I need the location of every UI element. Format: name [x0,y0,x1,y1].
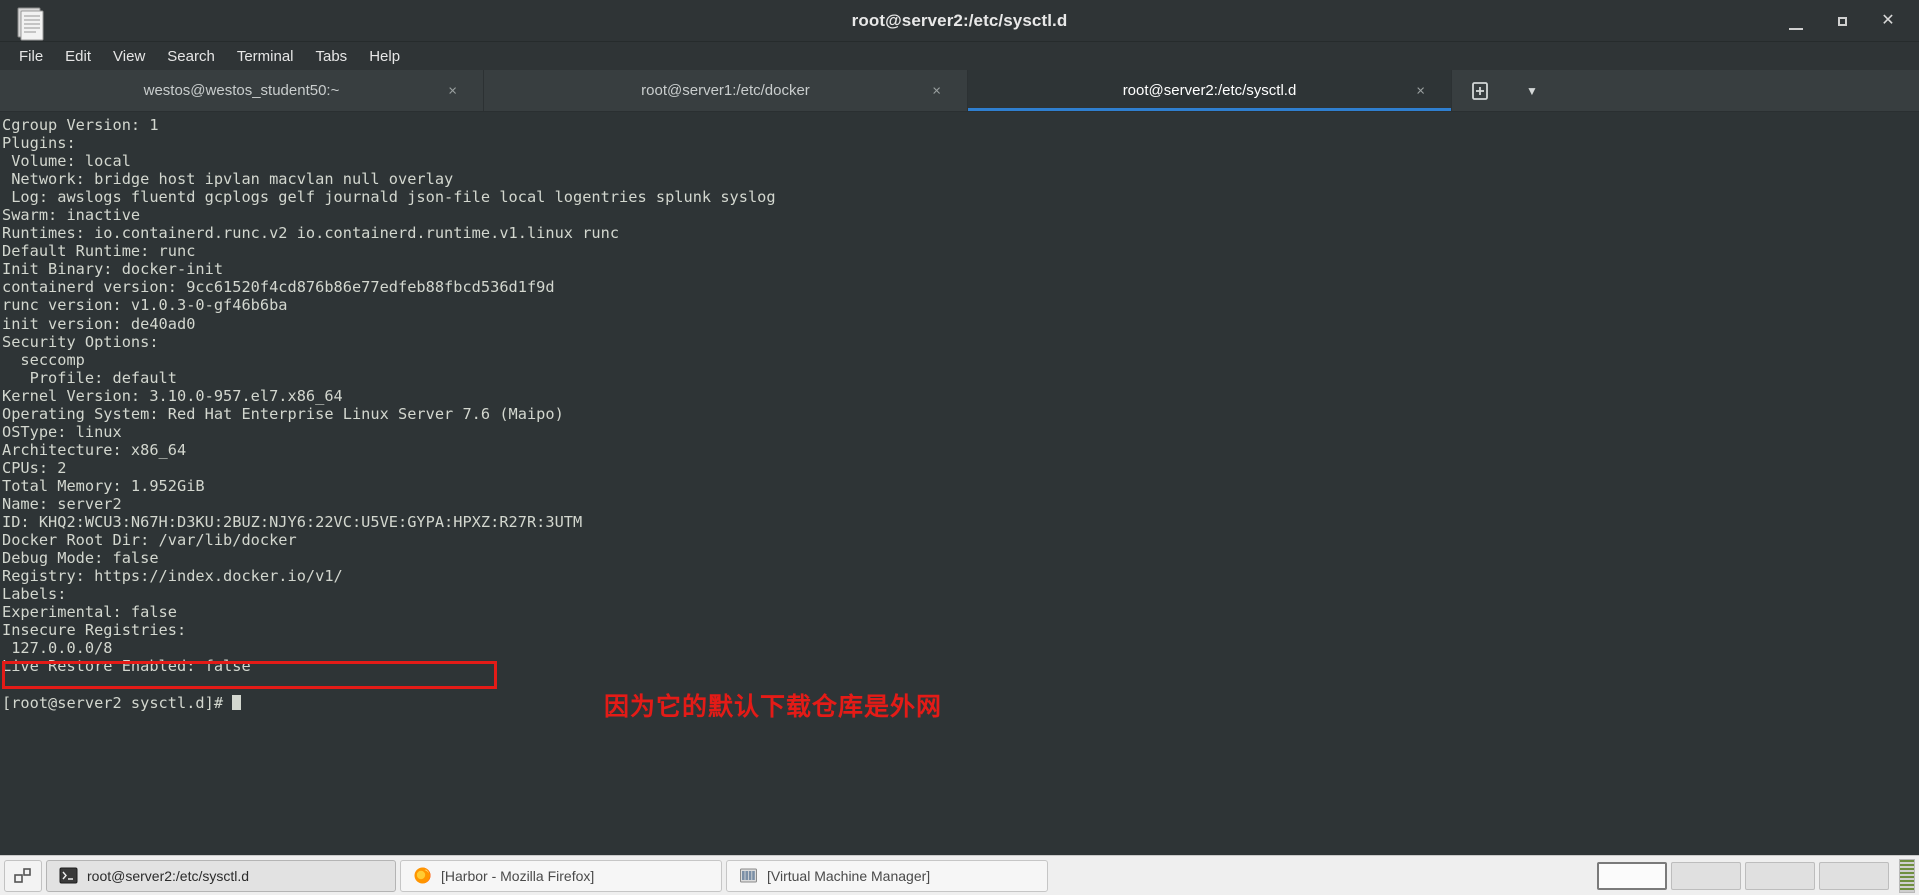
terminal-line: init version: de40ad0 [2,314,196,333]
terminal-line: Docker Root Dir: /var/lib/docker [2,531,297,550]
menu-terminal[interactable]: Terminal [226,45,305,68]
close-button[interactable]: ✕ [1879,12,1897,30]
menu-tabs[interactable]: Tabs [305,45,359,68]
firefox-icon [413,866,432,885]
tab-close-icon[interactable]: × [1416,83,1425,98]
terminal-output-area[interactable]: Cgroup Version: 1 Plugins: Volume: local … [0,112,1919,855]
terminal-line: Network: bridge host ipvlan macvlan null… [2,170,454,189]
workspace-cell-3[interactable] [1745,861,1815,890]
terminal-line: Default Runtime: runc [2,242,196,261]
annotation-note: 因为它的默认下载仓库是外网 [604,692,943,721]
terminal-line: 127.0.0.0/8 [2,639,113,658]
workspace-cell-2[interactable] [1671,861,1741,890]
terminal-line: Name: server2 [2,494,122,513]
taskbar-item-virt-manager[interactable]: [Virtual Machine Manager] [726,859,1048,892]
minimize-button[interactable] [1787,12,1805,30]
terminal-line: Labels: [2,585,67,604]
terminal-line: Experimental: false [2,603,177,622]
terminal-cursor [232,694,242,710]
title-bar: root@server2:/etc/sysctl.d ✕ [0,0,1919,42]
tab-label: root@server1:/etc/docker [641,82,810,99]
terminal-icon [59,866,78,885]
new-tab-icon[interactable] [1452,70,1508,111]
taskbar-item-terminal[interactable]: root@server2:/etc/sysctl.d [46,859,396,892]
virt-manager-icon [739,866,758,885]
terminal-line: Swarm: inactive [2,206,141,225]
terminal-line: Init Binary: docker-init [2,260,224,279]
taskbar-item-label: [Virtual Machine Manager] [767,867,931,884]
terminal-line: Total Memory: 1.952GiB [2,476,205,495]
terminal-line: Kernel Version: 3.10.0-957.el7.x86_64 [2,386,343,405]
terminal-line: Log: awslogs fluentd gcplogs gelf journa… [2,188,776,207]
terminal-line: Cgroup Version: 1 [2,116,159,134]
tab-westos-student50[interactable]: westos@westos_student50:~ × [0,70,484,111]
menu-view[interactable]: View [102,45,156,68]
terminal-text: Cgroup Version: 1 Plugins: Volume: local … [2,116,1919,712]
terminal-line: OSType: linux [2,422,122,441]
terminal-line: Architecture: x86_64 [2,440,187,459]
workspace-pager [1597,861,1889,890]
tab-server1-etc-docker[interactable]: root@server1:/etc/docker × [484,70,968,111]
terminal-line: Volume: local [2,152,131,171]
taskbar-item-firefox[interactable]: [Harbor - Mozilla Firefox] [400,859,722,892]
terminal-line: Registry: https://index.docker.io/v1/ [2,567,343,586]
terminal-line: CPUs: 2 [2,458,67,477]
tab-close-icon[interactable]: × [448,83,457,98]
terminal-line: runc version: v1.0.3-0-gf46b6ba [2,296,288,315]
terminal-window: root@server2:/etc/sysctl.d ✕ File Edit V… [0,0,1919,855]
tab-close-icon[interactable]: × [932,83,941,98]
terminal-line: Debug Mode: false [2,549,159,568]
taskbar-item-label: [Harbor - Mozilla Firefox] [441,867,595,884]
terminal-line: Runtimes: io.containerd.runc.v2 io.conta… [2,224,620,243]
system-tray-icon[interactable] [1899,858,1915,893]
terminal-line: seccomp [2,350,85,369]
terminal-line: containerd version: 9cc61520f4cd876b86e7… [2,278,555,297]
tab-bar: westos@westos_student50:~ × root@server1… [0,70,1919,112]
window-title: root@server2:/etc/sysctl.d [851,10,1068,30]
terminal-line: Profile: default [2,368,177,387]
terminal-line: ID: KHQ2:WCU3:N67H:D3KU:2BUZ:NJY6:22VC:U… [2,513,583,532]
tab-label: root@server2:/etc/sysctl.d [1122,82,1297,99]
taskbar: root@server2:/etc/sysctl.d [Harbor - Moz… [0,855,1919,895]
tab-label: westos@westos_student50:~ [143,82,340,99]
taskbar-item-label: root@server2:/etc/sysctl.d [87,867,250,884]
terminal-line: Plugins: [2,134,76,153]
tab-server2-etc-sysctl-d[interactable]: root@server2:/etc/sysctl.d × [968,70,1452,111]
chevron-down-icon[interactable]: ▼ [1508,70,1556,111]
workspace-cell-1[interactable] [1597,861,1667,890]
menu-help[interactable]: Help [358,45,411,68]
terminal-line: Operating System: Red Hat Enterprise Lin… [2,404,564,423]
maximize-button[interactable] [1833,12,1851,30]
terminal-line: Live Restore Enabled: false [2,657,251,676]
window-controls: ✕ [1787,0,1909,42]
terminal-line: Insecure Registries: [2,621,187,640]
terminal-line: Security Options: [2,332,159,351]
menu-bar: File Edit View Search Terminal Tabs Help [0,42,1919,70]
menu-edit[interactable]: Edit [54,45,102,68]
menu-search[interactable]: Search [156,45,226,68]
workspace-switcher-icon[interactable] [4,859,42,892]
terminal-prompt-line: [root@server2 sysctl.d]# [2,694,1919,712]
workspace-cell-4[interactable] [1819,861,1889,890]
